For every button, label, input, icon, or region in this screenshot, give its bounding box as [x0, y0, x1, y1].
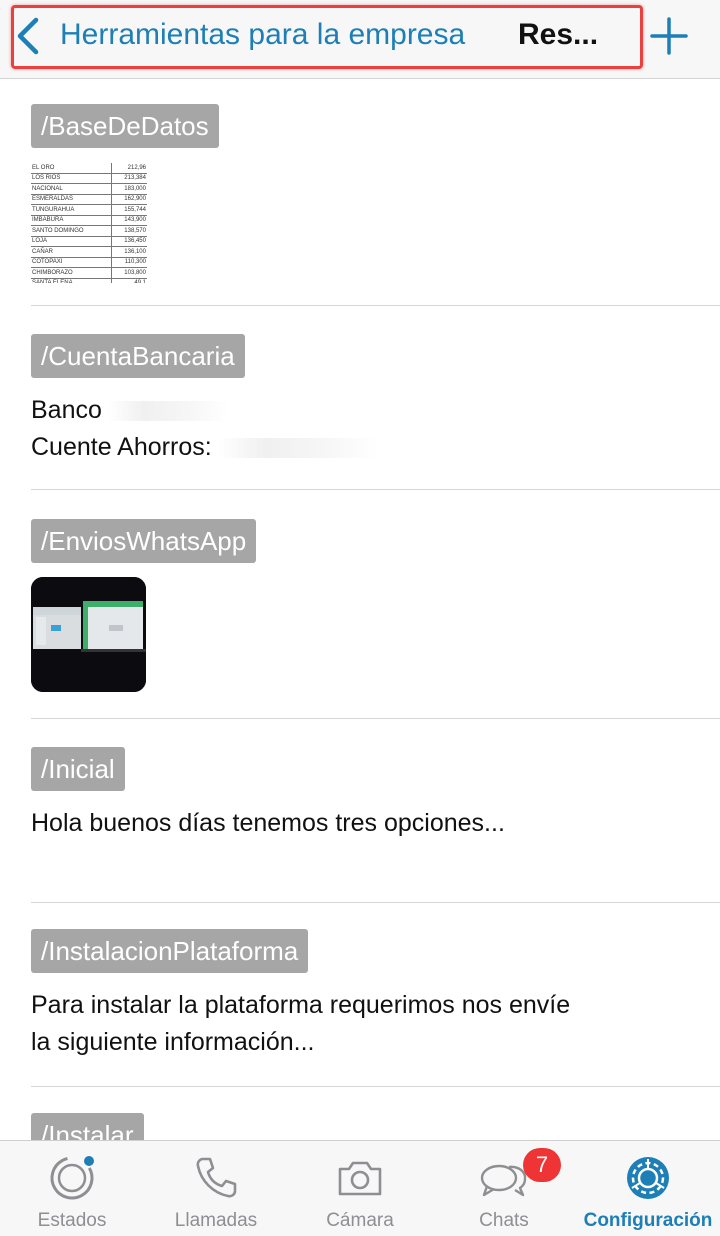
thumbnail-cell: ESMERALDAS: [31, 194, 112, 205]
thumbnail-cell: EL ORO: [31, 163, 112, 174]
table-thumbnail[interactable]: EL ORO 212,96 LOS RIOS 213,384 NACIONAL 183,0…: [31, 163, 147, 283]
thumbnail-cell: 49,1: [110, 278, 147, 283]
thumbnail-cell: TUNGURAHUA: [31, 204, 112, 216]
tab-label: Cámara: [326, 1210, 394, 1231]
tab-label: Chats: [479, 1210, 529, 1231]
tab-label: Llamadas: [174, 1210, 258, 1231]
chat-bubbles-icon: [480, 1164, 527, 1197]
shortcut-tag: /Instalar: [31, 1113, 144, 1140]
highlight-box: [11, 5, 643, 69]
settings-gear-icon: [627, 1157, 669, 1199]
thumbnail-cell: LOS RIOS: [31, 173, 112, 184]
message-preview: Hola buenos días tenemos tres opciones..…: [31, 805, 505, 842]
camera-icon: [338, 1161, 382, 1196]
add-icon[interactable]: [648, 14, 690, 58]
message-line: Para instalar la plataforma requerimos n…: [31, 991, 571, 1019]
monitors-photo: [31, 577, 146, 692]
thumbnail-row: IMBABURA 143,900: [31, 215, 147, 226]
thumbnail-cell: 110,300: [110, 257, 147, 268]
thumbnail-cell: 155,744: [110, 204, 147, 216]
shortcut-tag: /BaseDeDatos: [31, 104, 219, 148]
thumbnail-cell: CHIMBORAZO: [31, 267, 112, 279]
tab-camara[interactable]: Cámara: [288, 1141, 432, 1236]
list-item[interactable]: /Inicial Hola buenos días tenemos tres o…: [0, 719, 720, 903]
shortcut-tag: /InstalacionPlataforma: [31, 929, 309, 973]
thumbnail-row: LOS RIOS 213,384: [31, 173, 147, 184]
thumbnail-row: CHIMBORAZO 103,800: [31, 267, 147, 279]
phone-icon: [196, 1157, 237, 1198]
tab-llamadas[interactable]: Llamadas: [144, 1141, 288, 1236]
thumbnail-row: LOJA 136,450: [31, 236, 147, 247]
thumbnail-row: EL ORO 212,96: [31, 163, 147, 174]
thumbnail-cell: CAÑAR: [31, 246, 112, 258]
thumbnail-cell: 143,900: [110, 215, 147, 226]
thumbnail-row: SANTA ELENA49,1: [31, 278, 147, 283]
shortcut-tag: /EnviosWhatsApp: [31, 519, 257, 563]
message-preview: Para instalar la plataforma requerimos n…: [31, 987, 570, 1061]
list-item[interactable]: /InstalacionPlataforma Para instalar la …: [0, 903, 720, 1087]
unread-badge: 7: [523, 1148, 561, 1182]
thumbnail-cell: SANTA ELENA: [31, 278, 112, 283]
thumbnail-cell: 136,100: [110, 246, 147, 258]
message-line: la siguiente información...: [31, 1028, 315, 1056]
thumbnail-cell: 162,900: [110, 194, 147, 205]
list-item[interactable]: /EnviosWhatsApp: [0, 490, 720, 719]
thumbnail-cell: 213,384: [110, 173, 147, 184]
quick-replies-list: /BaseDeDatos EL ORO 212,96 LOS RIOS 213,384…: [0, 79, 720, 1140]
tab-configuracion[interactable]: Configuración: [576, 1141, 720, 1236]
tab-bar: Estados Llamadas Cámara Chats Configurac…: [0, 1140, 720, 1236]
thumbnail-cell: LOJA: [31, 236, 112, 247]
thumbnail-cell: IMBABURA: [31, 215, 112, 226]
thumbnail-cell: 103,800: [110, 267, 147, 279]
thumbnail-row: COTOPAXI 110,300: [31, 257, 147, 268]
message-line: Hola buenos días tenemos tres opciones..…: [31, 809, 505, 837]
redacted-text: [107, 401, 228, 422]
redacted-text: [217, 438, 378, 459]
image-thumbnail[interactable]: [31, 577, 146, 692]
thumbnail-cell: 138,570: [110, 225, 147, 237]
shortcut-tag: /Inicial: [31, 747, 125, 791]
thumbnail-row: TUNGURAHUA 155,744: [31, 204, 147, 216]
thumbnail-cell: 136,450: [110, 236, 147, 247]
tab-label: Estados: [37, 1210, 107, 1231]
message-line: Cuente Ahorros:: [31, 433, 212, 461]
list-item[interactable]: /BaseDeDatos EL ORO 212,96 LOS RIOS 213,384…: [0, 79, 720, 306]
list-item[interactable]: /CuentaBancaria Banco Cuente Ahorros:: [0, 306, 720, 490]
navigation-bar: Herramientas para la empresa Res...: [0, 0, 720, 79]
thumbnail-cell: 212,96: [110, 163, 147, 174]
thumbnail-row: SANTO DOMINGO 138,570: [31, 225, 147, 237]
thumbnail-cell: SANTO DOMINGO: [31, 225, 112, 237]
thumbnail-row: CAÑAR 136,100: [31, 246, 147, 258]
shortcut-tag: /CuentaBancaria: [31, 334, 245, 378]
message-line: Banco: [31, 396, 102, 424]
thumbnail-row: ESMERALDAS 162,900: [31, 194, 147, 205]
tab-estados[interactable]: Estados: [0, 1141, 144, 1236]
thumbnail-cell: NACIONAL: [31, 183, 112, 195]
thumbnail-row: NACIONAL 183,000: [31, 183, 147, 195]
message-preview: Banco Cuente Ahorros:: [31, 392, 378, 466]
list-item[interactable]: /Instalar: [0, 1087, 720, 1140]
status-icon: [50, 1156, 94, 1200]
thumbnail-cell: COTOPAXI: [31, 257, 112, 268]
tab-label: Configuración: [583, 1210, 713, 1231]
thumbnail-cell: 183,000: [110, 183, 147, 195]
